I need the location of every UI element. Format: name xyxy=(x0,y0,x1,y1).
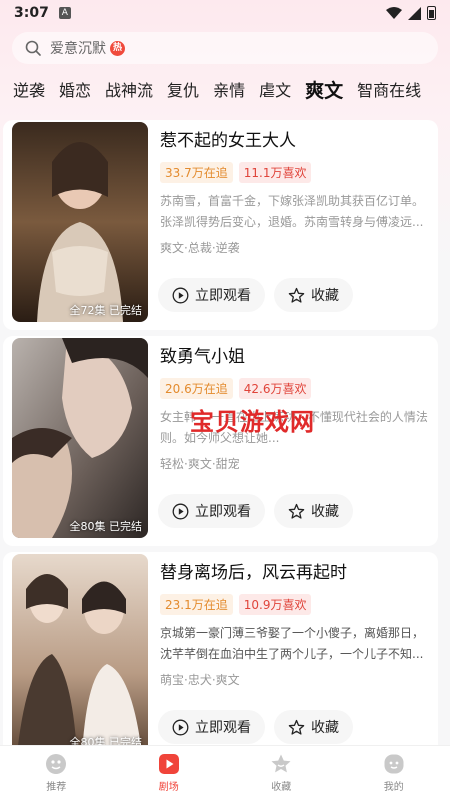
tab-nuewen[interactable]: 虐文 xyxy=(252,77,298,101)
hot-icon: 热 xyxy=(110,40,125,56)
follow-badge: 20.6万在追 xyxy=(160,378,233,399)
poster-image xyxy=(12,122,148,322)
favorite-button[interactable]: 收藏 xyxy=(274,494,353,528)
status-time: 3:07 xyxy=(14,5,49,21)
stat-badges: 23.1万在追 10.9万喜欢 xyxy=(160,594,432,615)
profile-icon xyxy=(384,754,404,774)
like-badge: 11.1万喜欢 xyxy=(238,162,312,183)
card-actions: 立即观看 收藏 xyxy=(158,494,353,528)
drama-tags: 轻松·爽文·甜宠 xyxy=(160,457,240,471)
episode-label: 全72集 已完结 xyxy=(69,304,143,317)
stat-badges: 20.6万在追 42.6万喜欢 xyxy=(160,378,432,399)
tab-zhishang[interactable]: 智商在线 xyxy=(350,77,428,101)
tab-zhanshen[interactable]: 战神流 xyxy=(98,77,160,101)
favorite-label: 收藏 xyxy=(311,720,339,736)
star-icon xyxy=(288,287,305,303)
play-icon xyxy=(172,719,189,735)
search-icon xyxy=(25,40,41,56)
drama-description: 京城第一豪门薄三爷娶了一个小傻子，离婚那日，沈芊芊倒在血泊中生了两个儿子，一个儿… xyxy=(160,626,425,661)
battery-icon xyxy=(427,6,436,20)
play-icon xyxy=(172,503,189,519)
nav-profile[interactable]: 我的 xyxy=(338,746,450,800)
watch-label: 立即观看 xyxy=(195,288,251,304)
drama-tags: 萌宝·忠犬·爽文 xyxy=(160,673,240,687)
drama-poster[interactable]: 全72集 已完结 xyxy=(12,122,148,322)
search-input[interactable]: 爱意沉默 xyxy=(50,38,106,58)
drama-poster[interactable]: 全80集 已完结 xyxy=(12,554,148,750)
tab-qinqing[interactable]: 亲情 xyxy=(206,77,252,101)
nav-theater[interactable]: 剧场 xyxy=(113,746,226,800)
stat-badges: 33.7万在追 11.1万喜欢 xyxy=(160,162,432,183)
favorite-button[interactable]: 收藏 xyxy=(274,710,353,744)
watch-label: 立即观看 xyxy=(195,720,251,736)
drama-card[interactable]: 全72集 已完结 惹不起的女王大人 33.7万在追 11.1万喜欢 苏南雪，首富… xyxy=(0,120,450,336)
follow-badge: 23.1万在追 xyxy=(160,594,233,615)
drama-info: 惹不起的女王大人 33.7万在追 11.1万喜欢 苏南雪，首富千金，下嫁张泽凯助… xyxy=(160,128,432,256)
nav-label: 我的 xyxy=(383,782,404,793)
nav-recommend[interactable]: 推荐 xyxy=(0,746,113,800)
card-actions: 立即观看 收藏 xyxy=(158,278,353,312)
nav-favorites[interactable]: 收藏 xyxy=(225,746,338,800)
drama-poster[interactable]: 全80集 已完结 xyxy=(12,338,148,538)
nav-label: 剧场 xyxy=(158,782,179,793)
follow-badge: 33.7万在追 xyxy=(160,162,233,183)
bottom-nav: 推荐 剧场 收藏 我的 xyxy=(0,745,450,800)
tab-nixi[interactable]: 逆袭 xyxy=(0,77,52,101)
status-icons xyxy=(386,6,436,20)
favorite-button[interactable]: 收藏 xyxy=(274,278,353,312)
drama-title[interactable]: 致勇气小姐 xyxy=(160,344,432,370)
favorite-label: 收藏 xyxy=(311,288,339,304)
star-icon xyxy=(288,719,305,735)
wifi-icon xyxy=(386,7,402,19)
play-icon xyxy=(172,287,189,303)
tab-hunlian[interactable]: 婚恋 xyxy=(52,77,98,101)
drama-info: 替身离场后，风云再起时 23.1万在追 10.9万喜欢 京城第一豪门薄三爷娶了一… xyxy=(160,560,432,688)
drama-title[interactable]: 替身离场后，风云再起时 xyxy=(160,560,432,586)
category-tabs: 逆袭 婚恋 战神流 复仇 亲情 虐文 爽文 智商在线 xyxy=(0,74,450,104)
watch-button[interactable]: 立即观看 xyxy=(158,278,265,312)
like-badge: 10.9万喜欢 xyxy=(238,594,312,615)
status-bar: 3:07 A xyxy=(0,0,450,26)
favorites-icon xyxy=(271,754,291,773)
favorite-label: 收藏 xyxy=(311,504,339,520)
drama-description: 苏南雪，首富千金，下嫁张泽凯助其获百亿订单。张泽凯得势后变心，退婚。苏南雪转身与… xyxy=(160,194,425,229)
tab-shuangwen[interactable]: 爽文 xyxy=(298,76,350,103)
tab-fuchou[interactable]: 复仇 xyxy=(160,77,206,101)
star-icon xyxy=(288,503,305,519)
watch-button[interactable]: 立即观看 xyxy=(158,494,265,528)
episode-label: 全80集 已完结 xyxy=(69,520,143,533)
drama-title[interactable]: 惹不起的女王大人 xyxy=(160,128,432,154)
watch-label: 立即观看 xyxy=(195,504,251,520)
recommend-icon xyxy=(46,754,67,774)
nav-label: 推荐 xyxy=(46,782,67,793)
card-actions: 立即观看 收藏 xyxy=(158,710,353,744)
watermark: 宝贝游戏网 xyxy=(190,408,315,436)
like-badge: 42.6万喜欢 xyxy=(238,378,312,399)
watch-button[interactable]: 立即观看 xyxy=(158,710,265,744)
notification-icon: A xyxy=(58,7,71,19)
search-bar[interactable]: 爱意沉默 热 xyxy=(12,32,438,64)
nav-label: 收藏 xyxy=(271,782,292,793)
drama-card[interactable]: 全80集 已完结 替身离场后，风云再起时 23.1万在追 10.9万喜欢 京城第… xyxy=(0,552,450,750)
poster-image xyxy=(12,338,148,538)
signal-icon xyxy=(408,6,421,20)
theater-icon xyxy=(158,754,179,774)
drama-tags: 爽文·总裁·逆袭 xyxy=(160,241,240,255)
drama-card[interactable]: 全80集 已完结 致勇气小姐 20.6万在追 42.6万喜欢 女主韩 ，一直在山… xyxy=(0,336,450,552)
poster-image xyxy=(12,554,148,750)
